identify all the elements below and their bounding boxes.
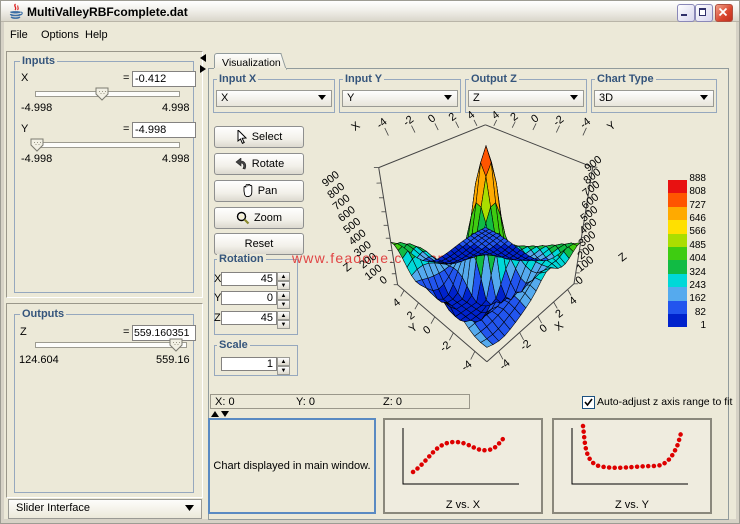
svg-text:4: 4	[567, 295, 579, 308]
svg-text:0: 0	[426, 112, 438, 125]
svg-text:-2: -2	[401, 113, 416, 128]
svg-text:-4: -4	[578, 116, 593, 131]
svg-text:900: 900	[582, 154, 604, 175]
svg-text:-2: -2	[438, 339, 453, 354]
svg-text:0: 0	[421, 324, 433, 337]
svg-text:4: 4	[490, 110, 502, 122]
svg-text:Y: Y	[407, 321, 421, 335]
svg-text:X: X	[553, 319, 567, 333]
svg-text:2: 2	[553, 307, 565, 320]
svg-text:0: 0	[378, 274, 390, 287]
svg-text:4: 4	[391, 296, 403, 309]
svg-text:-4: -4	[374, 116, 389, 131]
svg-text:X: X	[349, 119, 363, 133]
svg-text:Z: Z	[616, 251, 629, 265]
svg-text:-4: -4	[459, 358, 474, 373]
svg-text:2: 2	[405, 309, 417, 322]
svg-text:Z: Z	[341, 261, 354, 275]
svg-text:2: 2	[447, 111, 459, 124]
svg-text:-2: -2	[551, 113, 566, 128]
svg-text:-2: -2	[518, 338, 533, 353]
svg-text:0: 0	[529, 112, 541, 125]
svg-text:0: 0	[538, 322, 550, 335]
svg-text:4: 4	[465, 110, 477, 122]
svg-text:Y: Y	[605, 119, 619, 133]
svg-text:0: 0	[573, 274, 585, 287]
svg-text:-4: -4	[498, 357, 513, 372]
svg-text:2: 2	[508, 111, 520, 124]
